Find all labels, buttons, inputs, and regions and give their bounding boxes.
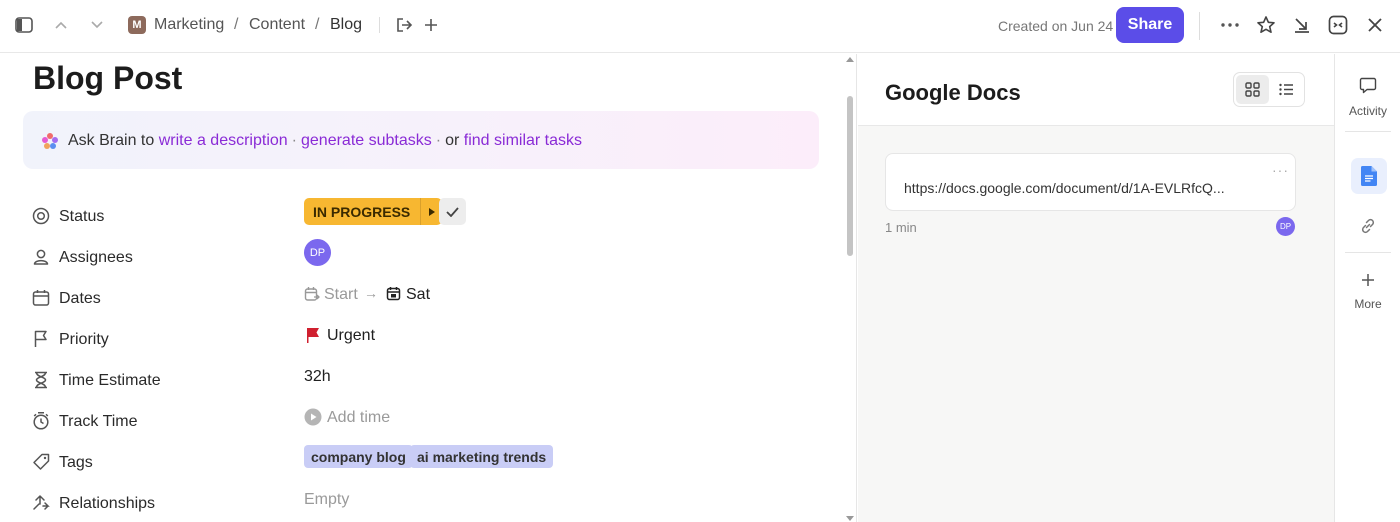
field-track-time: Track Time Add time <box>0 403 856 444</box>
doc-time: 1 min <box>885 220 917 235</box>
field-tags: Tags company blog ai marketing trends <box>0 444 856 485</box>
space-avatar[interactable]: M <box>128 16 146 34</box>
breadcrumb-separator: / <box>315 16 320 33</box>
divider <box>1199 12 1200 40</box>
due-date[interactable]: Sat <box>406 286 430 304</box>
start-date-icon <box>304 287 320 301</box>
priority-value[interactable]: Urgent <box>327 327 375 345</box>
priority-label: Priority <box>59 331 109 348</box>
task-title[interactable]: Blog Post <box>33 60 182 97</box>
comment-icon <box>1359 77 1377 94</box>
breadcrumb-separator: / <box>234 16 239 33</box>
write-description-link[interactable]: write a description <box>159 132 288 149</box>
more-options-icon[interactable] <box>1216 11 1244 39</box>
flag-icon <box>34 330 47 347</box>
field-priority: Priority Urgent <box>0 321 856 362</box>
google-docs-icon <box>1361 166 1377 186</box>
status-label: Status <box>59 208 105 225</box>
docs-title: Google Docs <box>885 80 1021 105</box>
date-arrow: → <box>364 285 378 301</box>
dot-separator: · <box>435 132 442 149</box>
time-estimate-value[interactable]: 32h <box>304 368 331 386</box>
user-icon <box>33 249 49 265</box>
created-date: Created on Jun 24 <box>998 18 1114 34</box>
scroll-up-icon[interactable] <box>846 56 854 62</box>
field-relationships: Relationships Empty <box>0 485 856 522</box>
more-button[interactable]: More <box>1335 273 1400 311</box>
list-view-icon[interactable] <box>1270 75 1303 104</box>
minimize-icon[interactable] <box>1288 11 1316 39</box>
tags-label: Tags <box>59 454 93 471</box>
hourglass-icon <box>35 371 47 389</box>
or-text: or <box>445 132 460 149</box>
time-estimate-label: Time Estimate <box>59 372 161 389</box>
divider <box>379 17 380 33</box>
activity-label: Activity <box>1348 104 1387 118</box>
field-assignees: Assignees DP <box>0 239 856 280</box>
relationships-value[interactable]: Empty <box>304 491 349 509</box>
plus-icon[interactable] <box>417 11 445 39</box>
chevron-up-icon[interactable] <box>47 11 75 39</box>
doc-url[interactable]: https://docs.google.com/document/d/1A-EV… <box>904 180 1225 196</box>
play-icon[interactable] <box>304 408 322 426</box>
tag-ai-marketing-trends[interactable]: ai marketing trends <box>410 445 554 468</box>
close-icon[interactable] <box>1361 11 1389 39</box>
calendar-icon <box>32 290 50 306</box>
task-details-panel: Blog Post Ask Brain to write a descripti… <box>0 54 857 522</box>
google-docs-panel: Google Docs ··· https://docs.google.com/… <box>858 54 1334 522</box>
doc-author-avatar: DP <box>1276 217 1295 236</box>
breadcrumb-marketing[interactable]: Marketing <box>154 16 224 34</box>
assignees-label: Assignees <box>59 249 133 266</box>
tag-icon <box>33 453 50 470</box>
relationships-icon <box>33 494 50 510</box>
more-label: More <box>1354 297 1382 311</box>
docs-header: Google Docs <box>858 54 1334 126</box>
google-docs-tab[interactable] <box>1351 158 1387 194</box>
field-dates: Dates Start → Sat <box>0 280 856 321</box>
field-status: Status IN PROGRESS <box>0 198 856 239</box>
view-toggle <box>1233 72 1305 107</box>
activity-button[interactable]: Activity <box>1335 76 1400 118</box>
card-more-icon[interactable]: ··· <box>1272 162 1289 178</box>
brain-prefix: Ask Brain to <box>68 132 155 149</box>
divider <box>1345 252 1391 253</box>
brain-icon <box>42 133 58 149</box>
stopwatch-icon <box>33 412 49 430</box>
relationships-label: Relationships <box>59 495 156 512</box>
assignee-avatar[interactable]: DP <box>304 239 331 266</box>
sidebar-toggle-icon[interactable] <box>10 11 38 39</box>
scrollbar[interactable] <box>847 96 853 256</box>
due-date-icon <box>386 287 401 301</box>
divider <box>1345 131 1391 132</box>
scroll-down-icon[interactable] <box>846 516 854 522</box>
field-time-estimate: Time Estimate 32h <box>0 362 856 403</box>
dot-separator: · <box>291 132 297 149</box>
complete-check-button[interactable] <box>439 198 466 225</box>
urgent-flag-icon <box>307 328 319 343</box>
link-icon[interactable] <box>1359 217 1377 235</box>
breadcrumb-content[interactable]: Content <box>249 16 305 34</box>
move-task-icon[interactable] <box>390 11 418 39</box>
star-icon[interactable] <box>1252 11 1280 39</box>
status-icon <box>32 207 50 225</box>
chevron-down-icon[interactable] <box>83 11 111 39</box>
generate-subtasks-link[interactable]: generate subtasks <box>301 132 432 149</box>
tag-company-blog[interactable]: company blog <box>304 445 413 468</box>
start-date[interactable]: Start <box>324 286 358 304</box>
activity-rail: Activity More <box>1334 54 1400 522</box>
grid-view-icon[interactable] <box>1236 75 1269 104</box>
share-button[interactable]: Share <box>1116 7 1184 43</box>
track-time-label: Track Time <box>59 413 138 430</box>
find-similar-tasks-link[interactable]: find similar tasks <box>464 132 582 149</box>
fullscreen-icon[interactable] <box>1324 11 1352 39</box>
status-pill[interactable]: IN PROGRESS <box>304 198 443 225</box>
dates-label: Dates <box>59 290 101 307</box>
breadcrumb-blog[interactable]: Blog <box>330 16 362 34</box>
status-value: IN PROGRESS <box>313 203 411 220</box>
plus-icon <box>1362 274 1374 286</box>
google-doc-card[interactable]: ··· https://docs.google.com/document/d/1… <box>885 153 1296 211</box>
add-time[interactable]: Add time <box>327 409 390 427</box>
top-bar: M Marketing / Content / Blog Created on … <box>0 0 1400 53</box>
ask-brain-banner: Ask Brain to write a description · generat… <box>23 111 819 169</box>
